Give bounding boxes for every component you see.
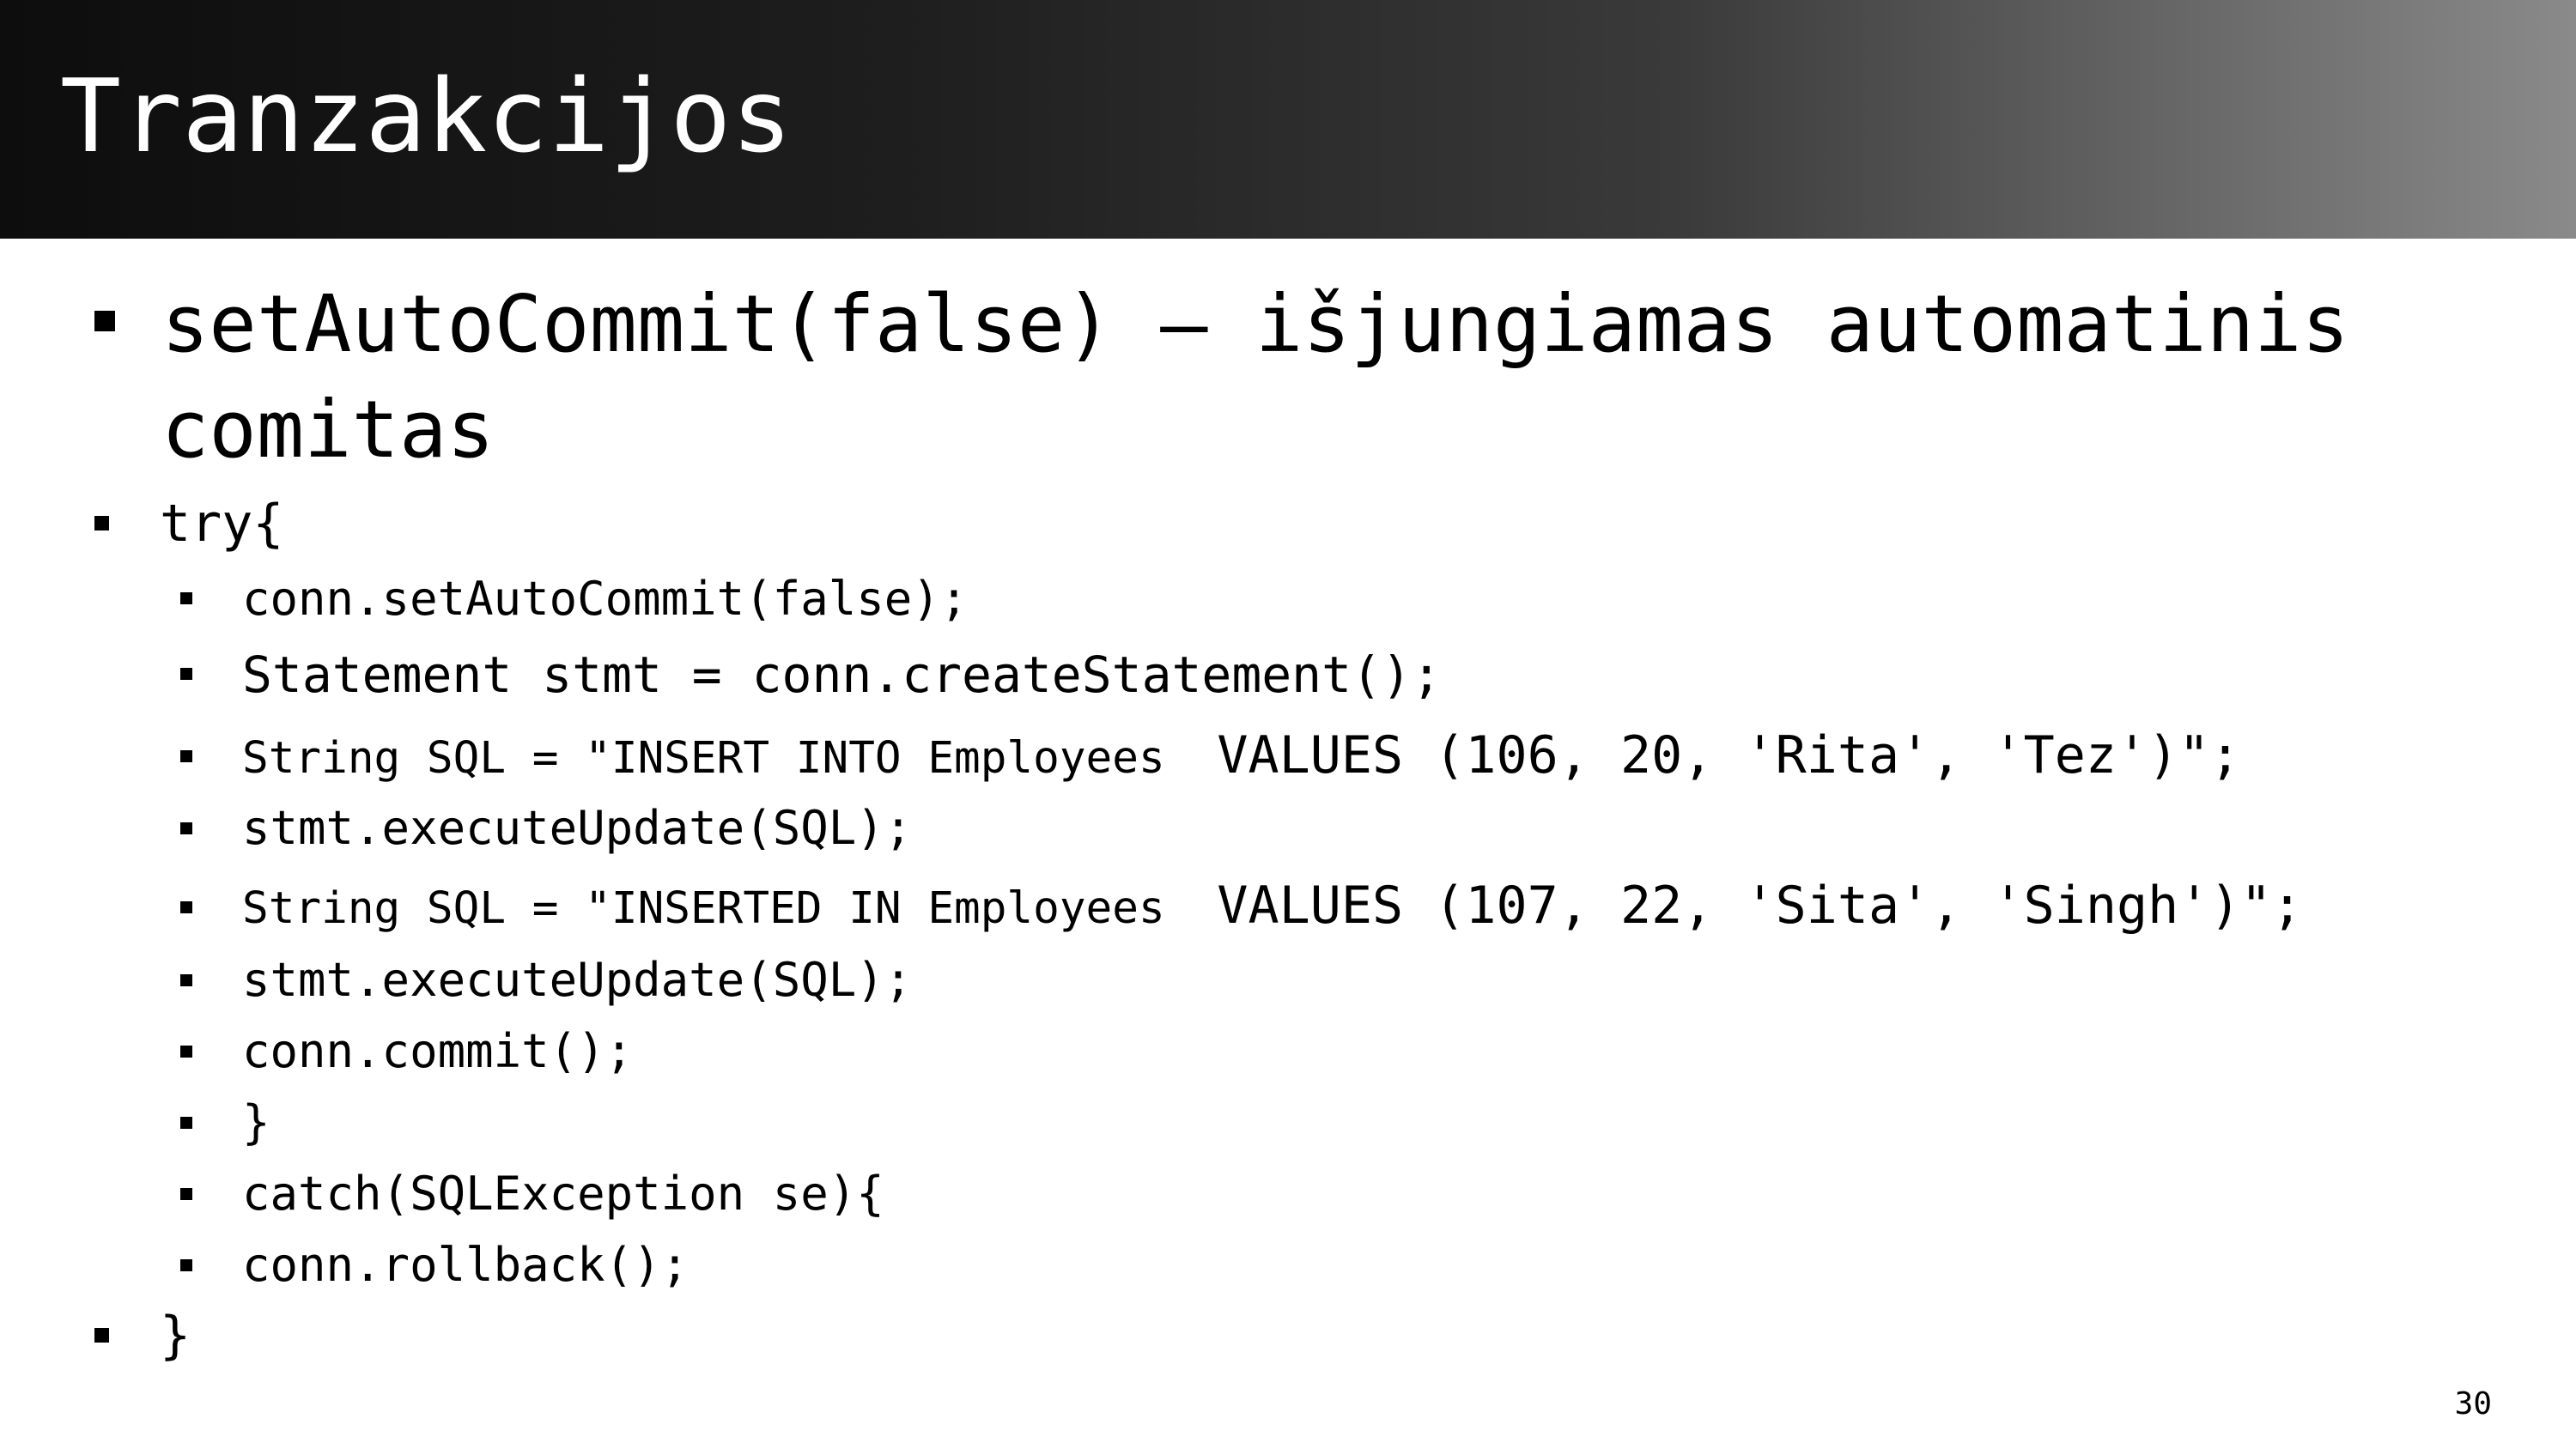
code-fragment: VALUES (107, 22, 'Sita', 'Singh')";	[1217, 876, 2303, 936]
code-fragment: String SQL = "INSERTED IN Employees	[242, 883, 1192, 934]
code-line: conn.setAutoCommit(false);	[242, 572, 969, 626]
code-line: String SQL = "INSERTED IN Employees VALU…	[242, 875, 2303, 940]
bullet-item-line: comitas	[161, 384, 495, 476]
bullet-marker	[180, 822, 192, 834]
bullet-marker	[180, 974, 192, 986]
code-line: stmt.executeUpdate(SQL);	[242, 953, 913, 1007]
code-line: String SQL = "INSERT INTO Employees VALU…	[242, 724, 2240, 790]
code-line: }	[242, 1095, 270, 1149]
bullet-marker	[180, 1259, 192, 1271]
code-line: catch(SQLException se){	[242, 1167, 884, 1221]
bullet-item: try{	[160, 494, 284, 554]
bullet-marker	[180, 750, 192, 762]
code-line: Statement stmt = conn.createStatement();	[242, 646, 1442, 704]
code-fragment: String SQL = "INSERT INTO Employees	[242, 733, 1192, 784]
bullet-marker	[180, 1117, 192, 1129]
bullet-item-line: setAutoCommit(false) – išjungiamas autom…	[161, 278, 2349, 370]
title-bar: Tranzakcijos	[0, 0, 2576, 239]
code-line: conn.commit();	[242, 1024, 634, 1078]
bullet-marker	[180, 901, 192, 913]
page-number: 30	[2454, 1386, 2492, 1422]
bullet-marker	[180, 668, 192, 680]
bullet-marker	[94, 311, 115, 331]
bullet-marker	[180, 1188, 192, 1200]
bullet-marker	[94, 516, 109, 530]
code-fragment: VALUES (106, 20, 'Rita', 'Tez')";	[1217, 725, 2241, 785]
bullet-item: }	[160, 1306, 191, 1366]
bullet-marker	[180, 1046, 192, 1058]
bullet-marker	[94, 1328, 109, 1343]
slide-content: setAutoCommit(false) – išjungiamas autom…	[0, 239, 2576, 1449]
code-line: conn.rollback();	[242, 1238, 690, 1292]
slide-title: Tranzakcijos	[60, 57, 793, 175]
code-line: stmt.executeUpdate(SQL);	[242, 801, 913, 855]
bullet-marker	[180, 592, 192, 604]
